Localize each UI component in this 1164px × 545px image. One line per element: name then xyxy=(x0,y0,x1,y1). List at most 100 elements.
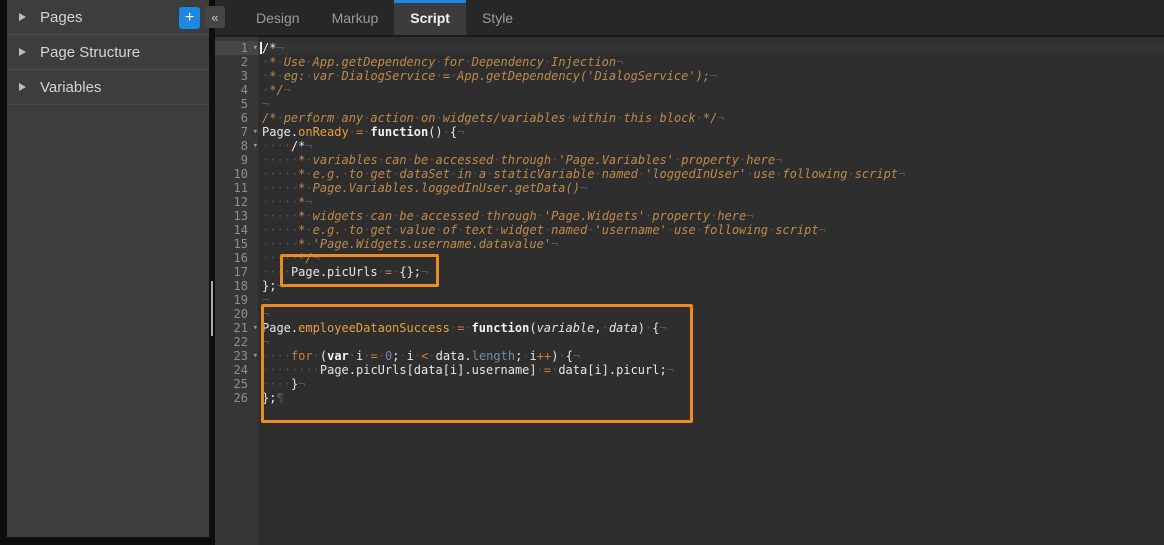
code-line-content[interactable]: ·····*·'Page.Widgets.username.datavalue'… xyxy=(258,237,1164,251)
fold-arrow-icon[interactable]: ▾ xyxy=(253,349,258,363)
code-line-content[interactable]: ¬ xyxy=(258,335,1164,349)
code-line-content[interactable]: ·····*·e.g.·to·get·dataSet·in·a·staticVa… xyxy=(258,167,1164,181)
code-line-content[interactable]: ····}¬ xyxy=(258,377,1164,391)
line-number[interactable]: 5 xyxy=(215,97,258,111)
code-line-content[interactable]: ·····*·e.g.·to·get·value·of·text·widget·… xyxy=(258,223,1164,237)
whitespace-dot: · xyxy=(450,321,457,335)
line-number[interactable]: 19 xyxy=(215,293,258,307)
caret-right-icon[interactable] xyxy=(19,83,26,91)
line-number[interactable]: 24 xyxy=(215,363,258,377)
whitespace-dot: · xyxy=(276,223,283,237)
fold-arrow-icon[interactable]: ▾ xyxy=(253,321,258,335)
whitespace-dot: · xyxy=(486,167,493,181)
line-number[interactable]: 14 xyxy=(215,223,258,237)
collapse-sidebar-button[interactable]: « xyxy=(205,6,225,28)
whitespace-dot: · xyxy=(587,223,594,237)
whitespace-dot: · xyxy=(349,125,356,139)
code-line-content[interactable]: ········Page.picUrls[data[i].username]·=… xyxy=(258,363,1164,377)
line-number[interactable]: 25 xyxy=(215,377,258,391)
code-line-content[interactable]: /*·perform·any·action·on·widgets/variabl… xyxy=(258,111,1164,125)
code-token: · xyxy=(464,321,471,335)
code-line-content[interactable]: ····Page.picUrls·=·{};¬ xyxy=(258,265,1164,279)
code-line-content[interactable]: ¬ xyxy=(258,97,1164,111)
code-line-content[interactable]: ·*·Use·App.getDependency·for·Dependency·… xyxy=(258,55,1164,69)
code-line-content[interactable]: ·····*·widgets·can·be·accessed·through·'… xyxy=(258,209,1164,223)
fold-arrow-icon[interactable]: ▾ xyxy=(253,139,258,153)
sidebar-item-page-structure[interactable]: Page Structure xyxy=(7,35,209,70)
line-number[interactable]: 21▾ xyxy=(215,321,258,335)
eol-marker: ¬ xyxy=(551,237,558,251)
line-number[interactable]: 2 xyxy=(215,55,258,69)
line-number[interactable]: 18 xyxy=(215,279,258,293)
line-number[interactable]: 12 xyxy=(215,195,258,209)
whitespace-dot: · xyxy=(305,153,312,167)
code-line-content[interactable]: ·*/¬ xyxy=(258,83,1164,97)
line-number[interactable]: 4 xyxy=(215,83,258,97)
tab-style[interactable]: Style xyxy=(466,0,529,35)
code-token: ++ xyxy=(537,349,551,363)
code-line-content[interactable]: ¬ xyxy=(258,307,1164,321)
code-line-15: 15·····*·'Page.Widgets.username.datavalu… xyxy=(215,237,1164,251)
code-line-9: 9·····*·variables·can·be·accessed·throug… xyxy=(215,153,1164,167)
caret-right-icon[interactable] xyxy=(19,48,26,56)
line-number[interactable]: 15 xyxy=(215,237,258,251)
line-number[interactable]: 23▾ xyxy=(215,349,258,363)
scrollbar-thumb[interactable] xyxy=(211,281,213,336)
line-number[interactable]: 22 xyxy=(215,335,258,349)
code-line-content[interactable]: ¬ xyxy=(258,293,1164,307)
code-line-content[interactable]: ·····*·Page.Variables.loggedInUser.getDa… xyxy=(258,181,1164,195)
line-number[interactable]: 6 xyxy=(215,111,258,125)
caret-right-icon[interactable] xyxy=(19,13,26,21)
code-line-content[interactable]: ·····*·variables·can·be·accessed·through… xyxy=(258,153,1164,167)
fold-arrow-icon[interactable]: ▾ xyxy=(253,41,258,55)
sidebar: PagesPage StructureVariables xyxy=(7,0,209,537)
line-number[interactable]: 8▾ xyxy=(215,139,258,153)
line-number[interactable]: 20 xyxy=(215,307,258,321)
whitespace-dot: · xyxy=(305,181,312,195)
line-number[interactable]: 9 xyxy=(215,153,258,167)
whitespace-dot: · xyxy=(291,223,298,237)
code-editor[interactable]: 1▾/*¬2·*·Use·App.getDependency·for·Depen… xyxy=(215,37,1164,545)
line-number[interactable]: 7▾ xyxy=(215,125,258,139)
fold-arrow-icon[interactable]: ▾ xyxy=(253,125,258,139)
line-number[interactable]: 26 xyxy=(215,391,258,405)
line-number[interactable]: 16 xyxy=(215,251,258,265)
whitespace-dot: · xyxy=(414,111,421,125)
code-line-content[interactable]: };¶ xyxy=(258,391,1164,405)
code-line-content[interactable]: ·*·eg:·var·DialogService·=·App.getDepend… xyxy=(258,69,1164,83)
whitespace-dot: · xyxy=(334,69,341,83)
whitespace-dot: · xyxy=(262,55,269,69)
code-line-content[interactable]: ·····*¬ xyxy=(258,195,1164,209)
code-line-20: 20¬ xyxy=(215,307,1164,321)
code-token: length xyxy=(472,349,515,363)
line-number[interactable]: 1▾ xyxy=(215,41,258,55)
whitespace-dot: · xyxy=(276,111,283,125)
tab-design[interactable]: Design xyxy=(240,0,316,35)
code-line-22: 22¬ xyxy=(215,335,1164,349)
whitespace-dot: · xyxy=(276,251,283,265)
code-line-content[interactable]: ·····*/¬ xyxy=(258,251,1164,265)
code-token: ·*/ xyxy=(262,83,284,97)
tab-markup[interactable]: Markup xyxy=(316,0,395,35)
code-token: ( xyxy=(529,321,536,335)
line-number[interactable]: 17 xyxy=(215,265,258,279)
whitespace-dot: · xyxy=(436,223,443,237)
sidebar-item-variables[interactable]: Variables xyxy=(7,70,209,105)
line-number[interactable]: 10 xyxy=(215,167,258,181)
line-number[interactable]: 3 xyxy=(215,69,258,83)
eol-marker: ¬ xyxy=(298,377,305,391)
code-line-content[interactable]: };¬ xyxy=(258,279,1164,293)
code-token: ·*·eg:·var·DialogService·=·App.getDepend… xyxy=(262,69,710,83)
code-line-content[interactable]: ····for·(var·i·=·0;·i·<·data.length;·i++… xyxy=(258,349,1164,363)
code-line-content[interactable]: ····/*¬ xyxy=(258,139,1164,153)
line-number[interactable]: 11 xyxy=(215,181,258,195)
tab-script[interactable]: Script xyxy=(394,0,466,35)
whitespace-dot: · xyxy=(342,223,349,237)
code-line-content[interactable]: Page.employeeDataonSuccess·=·function(va… xyxy=(258,321,1164,335)
line-number[interactable]: 13 xyxy=(215,209,258,223)
whitespace-dot: · xyxy=(847,167,854,181)
code-token: function xyxy=(370,125,428,139)
code-line-content[interactable]: /*¬ xyxy=(258,41,1164,55)
code-line-content[interactable]: Page.onReady·=·function()·{¬ xyxy=(258,125,1164,139)
add-page-button[interactable]: + xyxy=(179,7,200,29)
